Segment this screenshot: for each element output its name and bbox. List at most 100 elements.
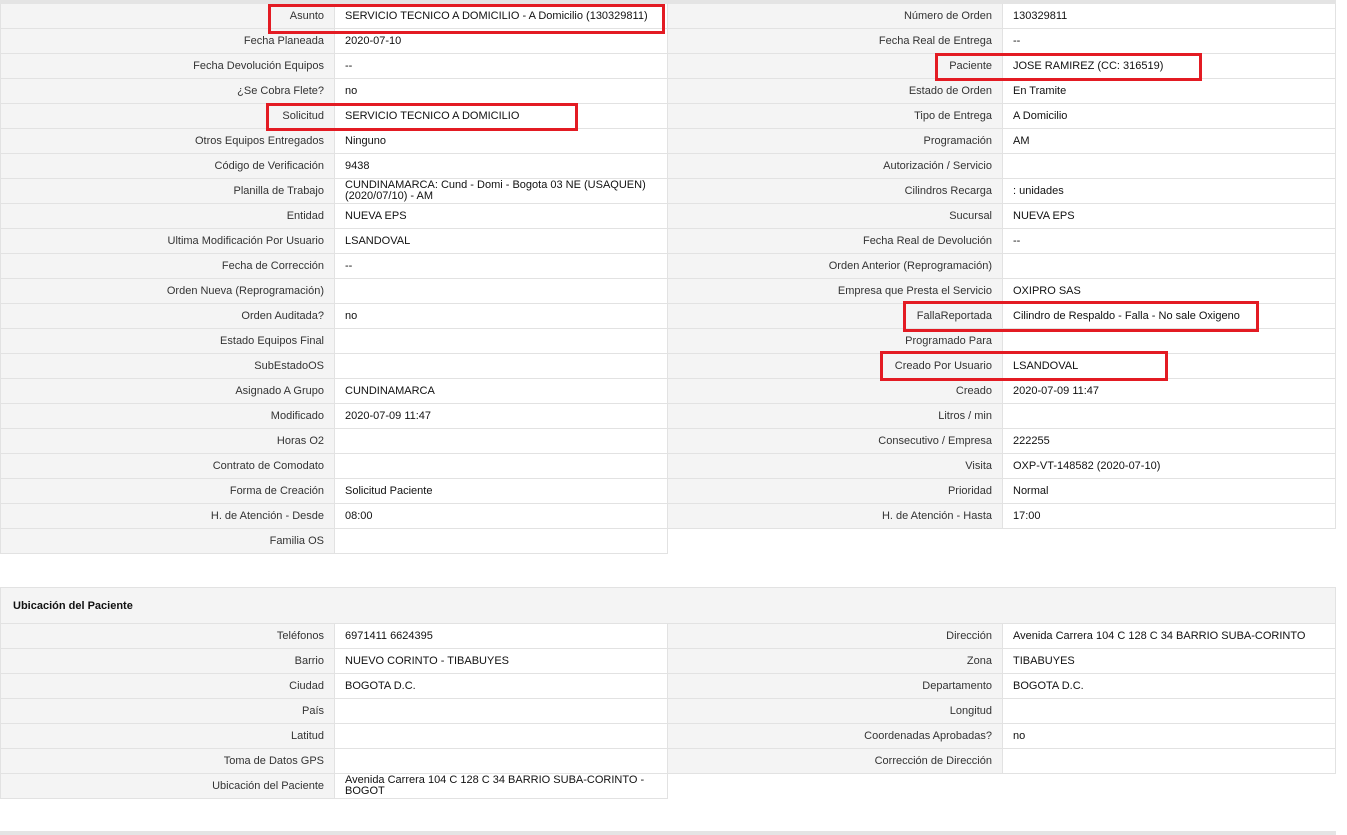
field-row: Modificado 2020-07-09 11:47 Litros / min bbox=[0, 404, 1336, 429]
field-row: Ciudad BOGOTA D.C. Departamento BOGOTA D.C. bbox=[0, 674, 1336, 699]
field-label-fecha-devolucion-equipos: Fecha Devolución Equipos bbox=[0, 54, 335, 79]
field-label-subestadoos: SubEstadoOS bbox=[0, 354, 335, 379]
field-value-fecha-devolucion-equipos: -- bbox=[335, 54, 668, 79]
field-value-solicitud: SERVICIO TECNICO A DOMICILIO bbox=[335, 104, 668, 129]
field-value-telefonos: 6971411 6624395 bbox=[335, 624, 668, 649]
field-row: Código de Verificación 9438 Autorización /… bbox=[0, 154, 1336, 179]
field-label-forma-de-creacion: Forma de Creación bbox=[0, 479, 335, 504]
field-row: Orden Auditada? no FallaReportada Cilindro … bbox=[0, 304, 1336, 329]
field-label-orden-auditada: Orden Auditada? bbox=[0, 304, 335, 329]
field-label-fecha-planeada: Fecha Planeada bbox=[0, 29, 335, 54]
field-value-toma-de-datos-gps bbox=[335, 749, 668, 774]
field-value-programacion: AM bbox=[1003, 129, 1336, 154]
field-value-paciente: JOSE RAMIREZ (CC: 316519) bbox=[1003, 54, 1336, 79]
empty-cell bbox=[1003, 774, 1336, 799]
field-label-zona: Zona bbox=[668, 649, 1003, 674]
field-row: Fecha Devolución Equipos -- Paciente JOSE R… bbox=[0, 54, 1336, 79]
field-row: H. de Atención - Desde 08:00 H. de Atenció… bbox=[0, 504, 1336, 529]
field-row: Orden Nueva (Reprogramación) Empresa que … bbox=[0, 279, 1336, 304]
field-value-entidad: NUEVA EPS bbox=[335, 204, 668, 229]
field-value-h-de-atencion-hasta: 17:00 bbox=[1003, 504, 1336, 529]
field-row: Barrio NUEVO CORINTO - TIBABUYES Zona TIBAB… bbox=[0, 649, 1336, 674]
field-value-longitud bbox=[1003, 699, 1336, 724]
field-label-fecha-real-de-devolucion: Fecha Real de Devolución bbox=[668, 229, 1003, 254]
field-label-programacion: Programación bbox=[668, 129, 1003, 154]
field-row: Solicitud SERVICIO TECNICO A DOMICILIO Tip… bbox=[0, 104, 1336, 129]
field-value-fallareportada: Cilindro de Respaldo - Falla - No sale O… bbox=[1003, 304, 1336, 329]
field-value-direccion: Avenida Carrera 104 C 128 C 34 BARRIO SU… bbox=[1003, 624, 1336, 649]
field-row: Otros Equipos Entregados Ninguno Programac… bbox=[0, 129, 1336, 154]
field-row: Fecha Planeada 2020-07-10 Fecha Real de En… bbox=[0, 29, 1336, 54]
empty-cell bbox=[668, 529, 1003, 554]
field-label-empresa-que-presta-el-servicio: Empresa que Presta el Servicio bbox=[668, 279, 1003, 304]
field-row: Estado Equipos Final Programado Para bbox=[0, 329, 1336, 354]
field-value-creado: 2020-07-09 11:47 bbox=[1003, 379, 1336, 404]
field-value-latitud bbox=[335, 724, 668, 749]
field-label-toma-de-datos-gps: Toma de Datos GPS bbox=[0, 749, 335, 774]
field-value-familia-os bbox=[335, 529, 668, 554]
order-details-table: Asunto SERVICIO TECNICO A DOMICILIO - A D… bbox=[0, 4, 1336, 554]
field-row: Asignado A Grupo CUNDINAMARCA Creado 2020-0… bbox=[0, 379, 1336, 404]
field-value-fecha-planeada: 2020-07-10 bbox=[335, 29, 668, 54]
field-label-modificado: Modificado bbox=[0, 404, 335, 429]
field-row: Contrato de Comodato Visita OXP-VT-148582 … bbox=[0, 454, 1336, 479]
field-label-tipo-de-entrega: Tipo de Entrega bbox=[668, 104, 1003, 129]
field-label-longitud: Longitud bbox=[668, 699, 1003, 724]
field-value-sucursal: NUEVA EPS bbox=[1003, 204, 1336, 229]
field-label-ultima-modificacion-por-usuario: Ultima Modificación Por Usuario bbox=[0, 229, 335, 254]
field-value-otros-equipos-entregados: Ninguno bbox=[335, 129, 668, 154]
field-row: Toma de Datos GPS Corrección de Dirección bbox=[0, 749, 1336, 774]
field-value-fecha-real-de-entrega: -- bbox=[1003, 29, 1336, 54]
field-label-fallareportada: FallaReportada bbox=[668, 304, 1003, 329]
field-label-paciente: Paciente bbox=[668, 54, 1003, 79]
field-label-codigo-de-verificacion: Código de Verificación bbox=[0, 154, 335, 179]
field-label-direccion: Dirección bbox=[668, 624, 1003, 649]
field-value-se-cobra-flete: no bbox=[335, 79, 668, 104]
field-value-consecutivo-empresa: 222255 bbox=[1003, 429, 1336, 454]
section-header-patient-location: Ubicación del Paciente bbox=[0, 587, 1336, 624]
field-label-familia-os: Familia OS bbox=[0, 529, 335, 554]
field-row: Latitud Coordenadas Aprobadas? no bbox=[0, 724, 1336, 749]
field-value-autorizacion-servicio bbox=[1003, 154, 1336, 179]
field-row: Familia OS bbox=[0, 529, 1336, 554]
field-label-departamento: Departamento bbox=[668, 674, 1003, 699]
field-label-planilla-de-trabajo: Planilla de Trabajo bbox=[0, 179, 335, 204]
field-label-telefonos: Teléfonos bbox=[0, 624, 335, 649]
field-label-correccion-de-direccion: Corrección de Dirección bbox=[668, 749, 1003, 774]
field-label-contrato-de-comodato: Contrato de Comodato bbox=[0, 454, 335, 479]
field-value-orden-nueva-reprogramacion bbox=[335, 279, 668, 304]
empty-cell bbox=[1003, 529, 1336, 554]
field-label-barrio: Barrio bbox=[0, 649, 335, 674]
field-value-contrato-de-comodato bbox=[335, 454, 668, 479]
field-label-otros-equipos-entregados: Otros Equipos Entregados bbox=[0, 129, 335, 154]
field-label-prioridad: Prioridad bbox=[668, 479, 1003, 504]
field-value-codigo-de-verificacion: 9438 bbox=[335, 154, 668, 179]
field-value-numero-de-orden: 130329811 bbox=[1003, 4, 1336, 29]
field-label-creado: Creado bbox=[668, 379, 1003, 404]
field-row: Asunto SERVICIO TECNICO A DOMICILIO - A D… bbox=[0, 4, 1336, 29]
field-value-subestadoos bbox=[335, 354, 668, 379]
field-value-litros-min bbox=[1003, 404, 1336, 429]
field-value-planilla-de-trabajo: CUNDINAMARCA: Cund - Domi - Bogota 03 NE… bbox=[335, 179, 668, 204]
field-label-latitud: Latitud bbox=[0, 724, 335, 749]
field-row: País Longitud bbox=[0, 699, 1336, 724]
field-row: Teléfonos 6971411 6624395 Dirección Avenida… bbox=[0, 624, 1336, 649]
field-row: Fecha de Corrección -- Orden Anterior (Rep… bbox=[0, 254, 1336, 279]
field-value-cilindros-recarga: : unidades bbox=[1003, 179, 1336, 204]
field-value-barrio: NUEVO CORINTO - TIBABUYES bbox=[335, 649, 668, 674]
empty-cell bbox=[668, 774, 1003, 799]
field-value-prioridad: Normal bbox=[1003, 479, 1336, 504]
field-label-orden-nueva-reprogramacion: Orden Nueva (Reprogramación) bbox=[0, 279, 335, 304]
field-row: Ultima Modificación Por Usuario LSANDOVAL… bbox=[0, 229, 1336, 254]
field-value-departamento: BOGOTA D.C. bbox=[1003, 674, 1336, 699]
field-value-pais bbox=[335, 699, 668, 724]
field-label-fecha-de-correccion: Fecha de Corrección bbox=[0, 254, 335, 279]
field-row: Planilla de Trabajo CUNDINAMARCA: Cund - … bbox=[0, 179, 1336, 204]
field-value-visita: OXP-VT-148582 (2020-07-10) bbox=[1003, 454, 1336, 479]
field-label-pais: País bbox=[0, 699, 335, 724]
patient-location-table: Teléfonos 6971411 6624395 Dirección Avenida… bbox=[0, 624, 1336, 799]
field-value-asignado-a-grupo: CUNDINAMARCA bbox=[335, 379, 668, 404]
field-value-modificado: 2020-07-09 11:47 bbox=[335, 404, 668, 429]
field-value-estado-de-orden: En Tramite bbox=[1003, 79, 1336, 104]
field-label-horas-o2: Horas O2 bbox=[0, 429, 335, 454]
